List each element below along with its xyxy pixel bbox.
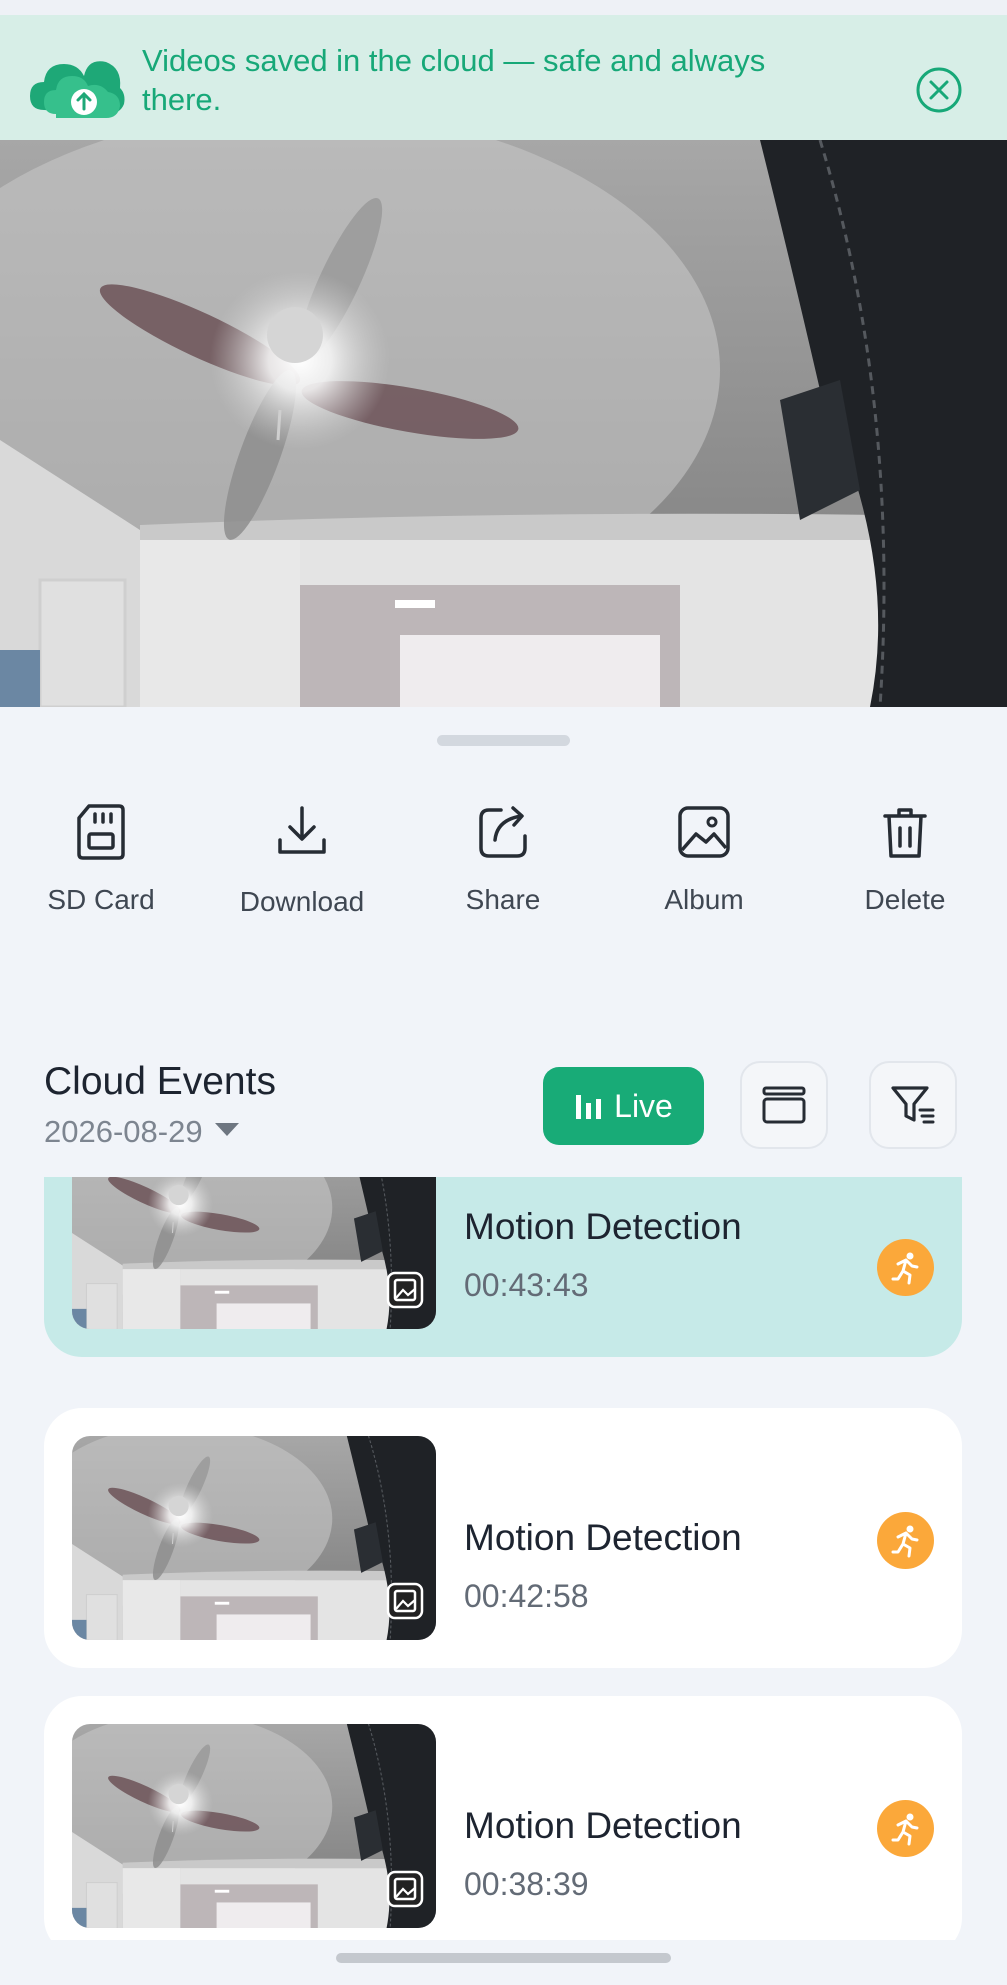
event-name: Motion Detection <box>464 1805 742 1846</box>
download-icon <box>278 806 326 854</box>
home-indicator[interactable] <box>336 1953 671 1963</box>
event-name: Motion Detection <box>464 1517 742 1558</box>
trash-icon <box>883 808 927 858</box>
event-name: Motion Detection <box>464 1206 742 1247</box>
event-thumbnail <box>72 1177 436 1329</box>
camera-frame-image <box>0 140 1007 707</box>
view-mode-button[interactable] <box>740 1061 828 1149</box>
motion-badge <box>877 1800 934 1857</box>
action-toolbar: SD Card Download Share Album Delete <box>0 800 1007 950</box>
caret-down-icon <box>214 1123 239 1137</box>
download-button[interactable]: Download <box>202 800 402 918</box>
delete-label: Delete <box>864 884 946 915</box>
date-value: 2026-08-29 <box>44 1114 203 1149</box>
running-person-icon <box>891 1252 918 1284</box>
date-selector[interactable]: 2026-08-29 <box>44 1114 239 1150</box>
delete-button[interactable]: Delete <box>805 800 1005 916</box>
share-label: Share <box>465 884 541 915</box>
image-icon <box>386 1582 424 1620</box>
events-list[interactable]: Motion Detection 00:43:43 Motion Detecti… <box>0 1177 1007 1940</box>
event-thumbnail <box>72 1436 436 1640</box>
event-card[interactable]: Motion Detection 00:42:58 <box>44 1408 962 1668</box>
event-thumbnail <box>72 1724 436 1928</box>
sd-card-icon <box>77 804 125 860</box>
album-icon <box>678 806 730 858</box>
share-icon <box>479 806 527 858</box>
thumbnail-image <box>72 1724 436 1928</box>
event-card-selected[interactable]: Motion Detection 00:43:43 <box>44 1177 962 1357</box>
album-label: Album <box>664 884 744 915</box>
bars-icon <box>576 1095 602 1119</box>
cloud-events-title: Cloud Events <box>44 1060 276 1103</box>
cloud-upload-icon <box>30 61 125 118</box>
status-strip <box>0 0 1007 15</box>
event-time: 00:42:58 <box>464 1578 589 1614</box>
image-icon <box>386 1271 424 1309</box>
share-button[interactable]: Share <box>403 800 603 916</box>
running-person-icon <box>891 1525 918 1557</box>
card-view-icon <box>762 1086 806 1124</box>
sd-card-button[interactable]: SD Card <box>1 800 201 916</box>
motion-badge <box>877 1239 934 1296</box>
event-time: 00:38:39 <box>464 1866 589 1902</box>
image-icon <box>386 1870 424 1908</box>
thumbnail-image <box>72 1436 436 1640</box>
filter-icon <box>891 1086 935 1124</box>
motion-badge <box>877 1512 934 1569</box>
event-time: 00:43:43 <box>464 1267 589 1303</box>
live-label: Live <box>614 1087 673 1124</box>
banner-message: Videos saved in the cloud — safe and alw… <box>142 43 766 117</box>
sheet-drag-handle[interactable] <box>437 735 570 746</box>
event-card[interactable]: Motion Detection 00:38:39 <box>44 1696 962 1940</box>
sd-card-label: SD Card <box>47 884 155 915</box>
filter-button[interactable] <box>869 1061 957 1149</box>
thumbnail-image <box>72 1177 436 1329</box>
camera-feed-view[interactable] <box>0 140 1007 707</box>
download-label: Download <box>239 886 365 917</box>
close-banner-button[interactable] <box>915 66 963 114</box>
album-button[interactable]: Album <box>604 800 804 916</box>
live-button[interactable]: Live <box>543 1067 704 1145</box>
running-person-icon <box>891 1813 918 1845</box>
cloud-banner: Videos saved in the cloud — safe and alw… <box>0 15 1007 140</box>
